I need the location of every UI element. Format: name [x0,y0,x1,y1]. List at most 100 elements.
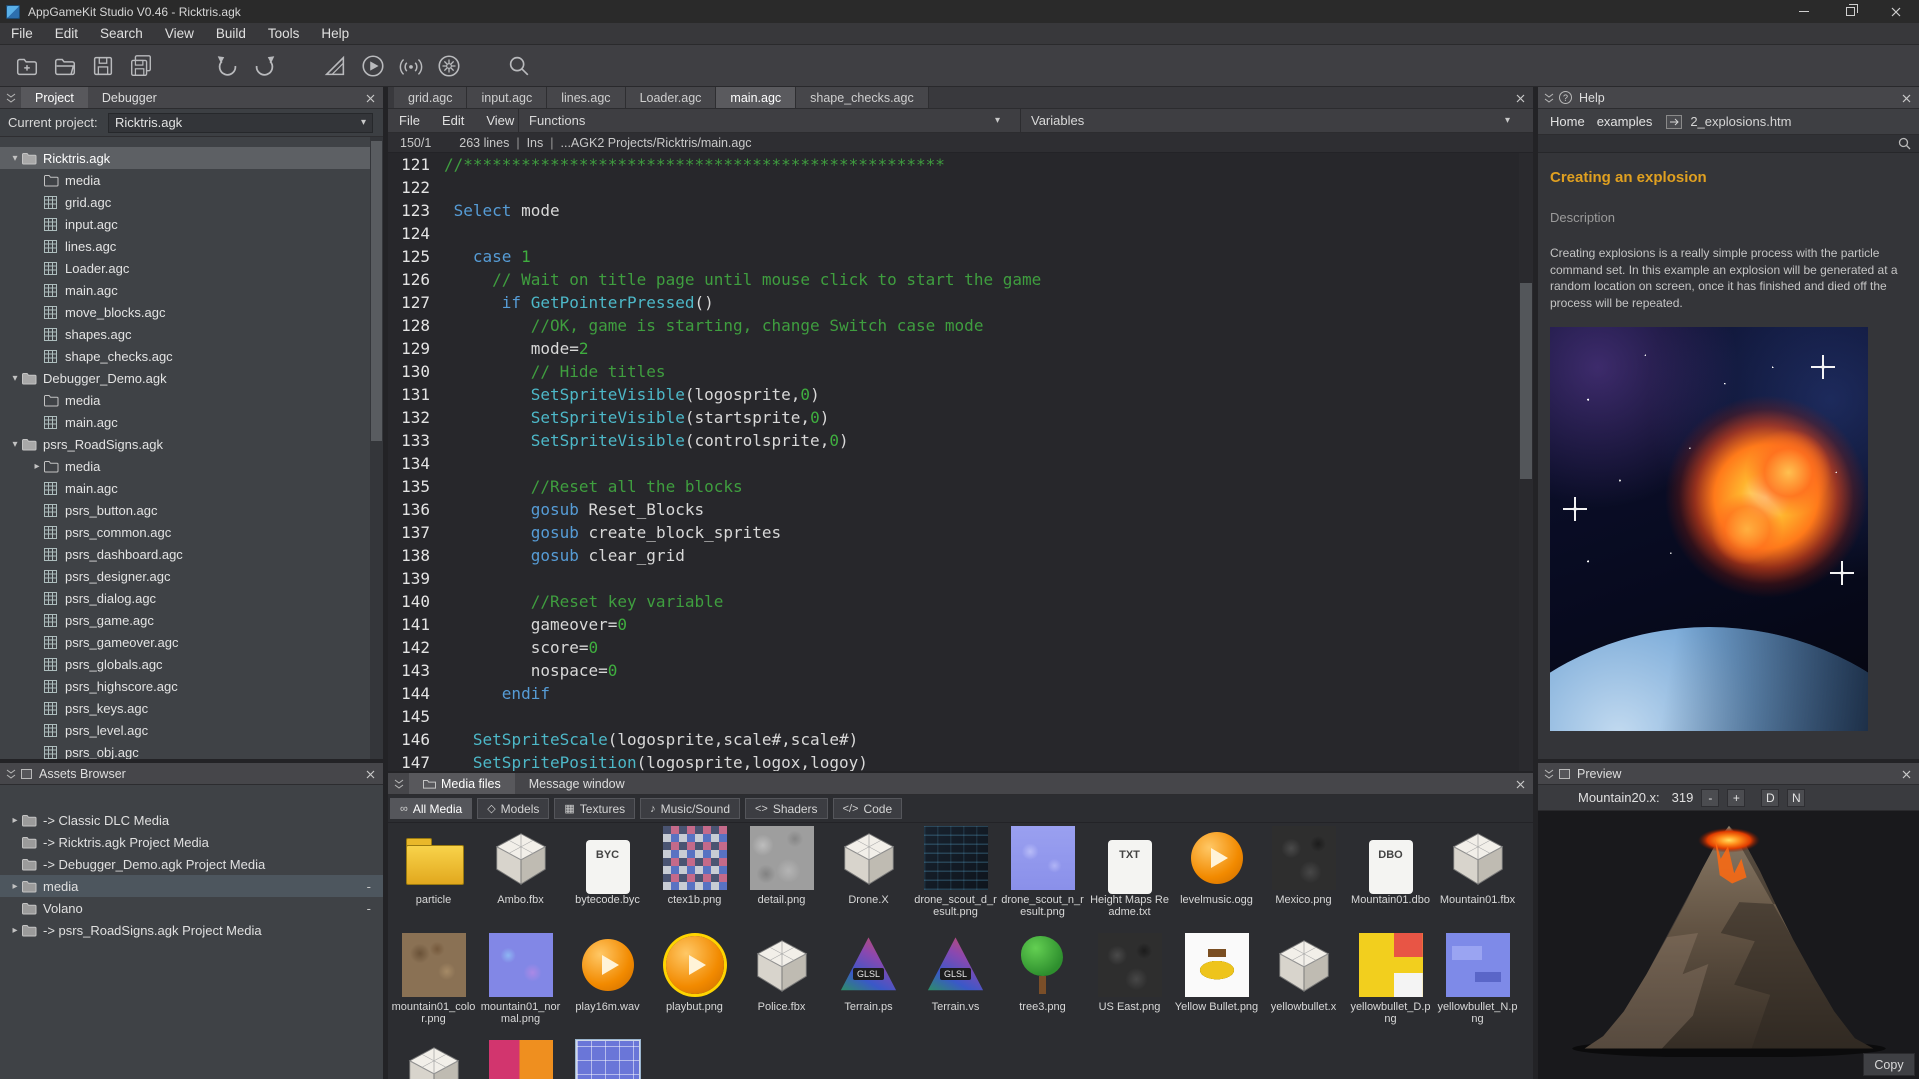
collapse-panel-icon[interactable] [6,92,16,104]
filter-music-sound[interactable]: ♪Music/Sound [640,798,740,819]
tree-item[interactable]: main.agc [0,477,370,499]
filter-shaders[interactable]: <>Shaders [745,798,828,819]
tab-project[interactable]: Project [21,87,88,108]
editor-menu-file[interactable]: File [388,109,431,132]
tree-item[interactable]: media [0,169,370,191]
save-button[interactable] [88,51,118,81]
debug-button[interactable] [434,51,464,81]
tree-item[interactable]: main.agc [0,279,370,301]
asset-item[interactable]: ▸media- [0,875,383,897]
editor-tab-Loader-agc[interactable]: Loader.agc [626,87,717,108]
scrollbar-thumb[interactable] [1520,283,1532,479]
editor-tab-shape_checks-agc[interactable]: shape_checks.agc [796,87,929,108]
tab-debugger[interactable]: Debugger [88,87,171,108]
decrement-button[interactable]: - [1701,789,1719,807]
tree-chevron-icon[interactable]: ▸ [8,881,22,892]
current-project-dropdown[interactable]: Ricktris.agk ▾ [108,113,373,133]
media-item[interactable] [390,1037,477,1079]
tree-item[interactable]: psrs_button.agc [0,499,370,521]
tree-item[interactable]: main.agc [0,411,370,433]
tree-item[interactable]: ▾Ricktris.agk [0,147,370,169]
tree-item[interactable]: ▾psrs_RoadSigns.agk [0,433,370,455]
editor-tab-grid-agc[interactable]: grid.agc [394,87,467,108]
close-button[interactable] [1873,0,1919,23]
open-project-button[interactable] [50,51,80,81]
search-button[interactable] [504,51,534,81]
collapse-panel-icon[interactable] [1544,768,1554,780]
media-item[interactable]: US East.png [1086,930,1173,1037]
menu-tools[interactable]: Tools [257,23,311,44]
media-item[interactable] [564,1037,651,1079]
save-all-button[interactable] [126,51,156,81]
run-button[interactable] [358,51,388,81]
media-item[interactable]: levelmusic.ogg [1173,823,1260,930]
media-item[interactable]: yellowbullet_D.png [1347,930,1434,1037]
menu-help[interactable]: Help [310,23,360,44]
media-item[interactable]: mountain01_normal.png [477,930,564,1037]
tree-item[interactable]: input.agc [0,213,370,235]
tab-media-files[interactable]: Media files [409,773,515,794]
new-project-button[interactable] [12,51,42,81]
editor-tab-main-agc[interactable]: main.agc [716,87,796,108]
code-editor[interactable]: 121//***********************************… [388,153,1533,771]
redo-button[interactable] [250,51,280,81]
media-item[interactable]: Drone.X [825,823,912,930]
tree-item[interactable]: lines.agc [0,235,370,257]
media-item[interactable]: detail.png [738,823,825,930]
media-item[interactable]: Yellow Bullet.png [1173,930,1260,1037]
collapse-panel-icon[interactable] [1544,92,1554,104]
filter-all-media[interactable]: ∞All Media [390,798,472,819]
tree-item[interactable]: move_blocks.agc [0,301,370,323]
tree-item[interactable]: ▾Debugger_Demo.agk [0,367,370,389]
minimize-button[interactable] [1781,0,1827,23]
tree-chevron-icon[interactable]: ▸ [8,815,22,826]
editor-menu-edit[interactable]: Edit [431,109,475,132]
media-item[interactable]: DBOMountain01.dbo [1347,823,1434,930]
collapse-panel-icon[interactable] [394,778,404,790]
tree-item[interactable]: shapes.agc [0,323,370,345]
asset-item[interactable]: ▸-> psrs_RoadSigns.agk Project Media [0,919,383,941]
media-item[interactable]: tree3.png [999,930,1086,1037]
media-item[interactable]: Mexico.png [1260,823,1347,930]
variables-dropdown[interactable]: Variables ▾ [1020,109,1520,132]
media-item[interactable]: drone_scout_n_result.png [999,823,1086,930]
media-item[interactable]: TXTHeight Maps Readme.txt [1086,823,1173,930]
asset-item[interactable]: -> Ricktris.agk Project Media [0,831,383,853]
media-item[interactable]: particle [390,823,477,930]
tree-item[interactable]: psrs_keys.agc [0,697,370,719]
scrollbar-thumb[interactable] [371,141,382,441]
asset-item[interactable]: ▸-> Classic DLC Media [0,809,383,831]
menu-build[interactable]: Build [205,23,257,44]
tree-item[interactable]: Loader.agc [0,257,370,279]
media-panel-close-button[interactable] [1513,777,1527,791]
menu-file[interactable]: File [0,23,44,44]
media-item[interactable]: GLSLTerrain.vs [912,930,999,1037]
tree-item[interactable]: psrs_gameover.agc [0,631,370,653]
undo-button[interactable] [212,51,242,81]
preview-panel-close-button[interactable] [1899,767,1913,781]
diffuse-toggle-button[interactable]: D [1761,789,1779,807]
editor-tab-lines-agc[interactable]: lines.agc [547,87,625,108]
media-item[interactable]: Ambo.fbx [477,823,564,930]
editor-close-button[interactable] [1513,91,1527,105]
tree-item[interactable]: psrs_obj.agc [0,741,370,759]
tree-item[interactable]: psrs_level.agc [0,719,370,741]
tree-item[interactable]: grid.agc [0,191,370,213]
menu-view[interactable]: View [154,23,205,44]
examples-button[interactable]: examples [1597,114,1653,129]
compile-button[interactable] [320,51,350,81]
media-item[interactable]: playbut.png [651,930,738,1037]
tree-item[interactable]: shape_checks.agc [0,345,370,367]
copy-button[interactable]: Copy [1863,1053,1915,1076]
tree-chevron-icon[interactable]: ▸ [30,461,44,472]
tab-message-window[interactable]: Message window [515,773,639,794]
tree-item[interactable]: psrs_highscore.agc [0,675,370,697]
tree-chevron-icon[interactable]: ▸ [8,925,22,936]
tree-item[interactable]: media [0,389,370,411]
media-item[interactable]: Police.fbx [738,930,825,1037]
increment-button[interactable]: + [1727,789,1745,807]
filter-code[interactable]: </>Code [833,798,903,819]
tree-chevron-icon[interactable]: ▾ [8,439,22,450]
help-panel-close-button[interactable] [1899,91,1913,105]
project-tree-scrollbar[interactable] [370,137,383,759]
